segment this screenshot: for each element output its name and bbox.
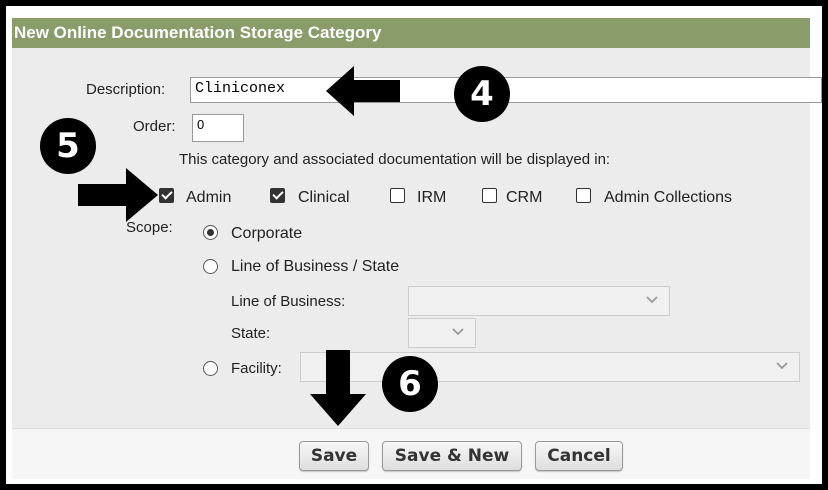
irm-checkbox[interactable] [390, 188, 405, 203]
corporate-radio[interactable] [203, 225, 218, 240]
chevron-down-icon [646, 296, 658, 304]
save-and-new-button[interactable]: Save & New [382, 441, 522, 471]
chevron-down-icon [452, 328, 464, 336]
crm-label: CRM [506, 189, 543, 206]
facility-radio[interactable] [203, 361, 218, 376]
display-description: This category and associated documentati… [179, 151, 611, 168]
line-of-business-state-radio[interactable] [203, 259, 218, 274]
line-of-business-select[interactable] [408, 286, 670, 316]
crm-checkbox[interactable] [482, 188, 497, 203]
clinical-checkbox[interactable] [270, 188, 285, 203]
facility-label: Facility: [231, 360, 282, 377]
cancel-button[interactable]: Cancel [535, 441, 623, 471]
arrow-right-icon [78, 168, 158, 222]
line-of-business-label: Line of Business: [231, 293, 346, 310]
arrow-down-icon [310, 350, 366, 426]
order-input[interactable]: 0 [192, 114, 244, 142]
corporate-label: Corporate [231, 225, 303, 242]
step-4-badge: 4 [454, 66, 510, 122]
facility-select[interactable] [300, 352, 800, 382]
state-label: State: [231, 325, 271, 342]
admin-checkbox[interactable] [159, 188, 174, 203]
clinical-label: Clinical [298, 189, 350, 206]
arrow-left-icon [326, 66, 400, 116]
dialog-title: New Online Documentation Storage Categor… [12, 18, 810, 48]
line-of-business-state-label: Line of Business / State [231, 258, 400, 275]
admin-collections-label: Admin Collections [604, 189, 733, 206]
step-6-badge: 6 [382, 356, 438, 412]
state-select[interactable] [408, 318, 476, 348]
step-5-badge: 5 [40, 118, 96, 174]
admin-label: Admin [186, 189, 232, 206]
save-button[interactable]: Save [299, 441, 369, 471]
order-label: Order: [133, 118, 176, 135]
irm-label: IRM [417, 189, 447, 206]
description-label: Description: [86, 81, 166, 98]
chevron-down-icon [776, 362, 788, 370]
admin-collections-checkbox[interactable] [576, 188, 591, 203]
